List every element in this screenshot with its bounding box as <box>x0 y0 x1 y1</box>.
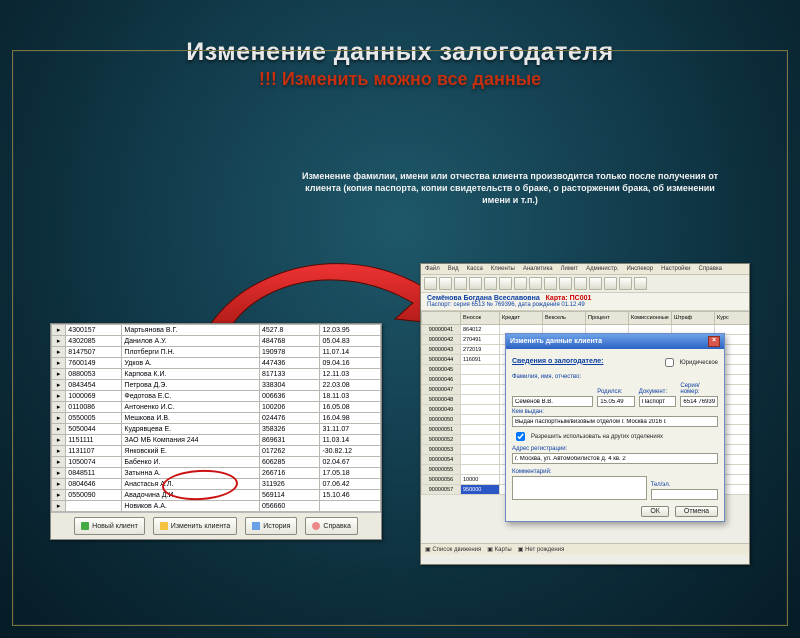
toolbar-button[interactable] <box>604 277 617 290</box>
birth-label: Родился: <box>597 389 635 395</box>
legal-checkbox[interactable]: Юридическое <box>661 355 718 370</box>
status-bar: ▣ Список движения ▣ Карты ▣ Нет рождения <box>421 543 749 555</box>
table-row[interactable]: ▸4300157Мартьянова В.Г.4527.812.03.95 <box>52 325 381 336</box>
help-label: Справка <box>323 523 350 530</box>
cancel-button[interactable]: Отмена <box>675 506 718 517</box>
menu-item[interactable]: Администр. <box>586 266 618 272</box>
toolbar-button[interactable] <box>529 277 542 290</box>
status-text: Нет рождения <box>525 547 564 553</box>
table-row[interactable]: ▸1050074Бабенко И.60628502.04.67 <box>52 457 381 468</box>
series-input[interactable] <box>680 396 718 407</box>
fio-input[interactable] <box>512 396 593 407</box>
tel-input[interactable] <box>651 489 718 500</box>
history-label: История <box>263 523 290 530</box>
menu-item[interactable]: Касса <box>467 266 483 272</box>
menu-item[interactable]: Справка <box>698 266 722 272</box>
table-row[interactable]: ▸7600149Удков А.44743609.04.16 <box>52 358 381 369</box>
toolbar-button[interactable] <box>619 277 632 290</box>
toolbar-button[interactable] <box>559 277 572 290</box>
table-row[interactable]: ▸4302085Данилов А.У.48476805.04.83 <box>52 336 381 347</box>
menu-bar: Файл Вид Касса Клиенты Аналитика Лимит Админис… <box>421 264 749 275</box>
doc-input[interactable] <box>639 396 677 407</box>
toolbar <box>421 275 749 293</box>
status-item[interactable]: ▣ Список движения <box>425 546 481 553</box>
toolbar-button[interactable] <box>514 277 527 290</box>
toolbar-button[interactable] <box>574 277 587 290</box>
slide-note: Изменение фамилии, имени или отчества кл… <box>300 170 720 206</box>
dialog-titlebar[interactable]: Изменить данные клиента × <box>506 334 724 349</box>
legal-label: Юридическое <box>680 360 718 366</box>
question-icon <box>312 522 320 530</box>
client-button-bar: Новый клиент Изменить клиента История Сп… <box>51 512 381 539</box>
menu-item[interactable]: Вид <box>448 266 459 272</box>
toolbar-button[interactable] <box>424 277 437 290</box>
toolbar-button[interactable] <box>634 277 647 290</box>
menu-item[interactable]: Файл <box>425 266 440 272</box>
menu-item[interactable]: Инспекор <box>626 266 653 272</box>
client-header: Семёнова Богдана Всеславовна Карта: ПС00… <box>421 293 749 311</box>
status-text: Список движения <box>432 547 481 553</box>
table-row[interactable]: ▸8147507Плотберги П.Н.19097811.07.14 <box>52 347 381 358</box>
table-row[interactable]: ▸1151111ЗАО МБ Компания 24486963111.03.1… <box>52 435 381 446</box>
status-item[interactable]: ▣ Нет рождения <box>518 546 565 553</box>
issued-label: Кем выдан: <box>512 409 718 415</box>
toolbar-button[interactable] <box>499 277 512 290</box>
comment-input[interactable] <box>512 476 647 500</box>
pencil-icon <box>160 522 168 530</box>
status-text: Карты <box>495 547 512 553</box>
table-row[interactable]: ▸1131107Янковский Е.017262-30.82.12 <box>52 446 381 457</box>
edit-client-button[interactable]: Изменить клиента <box>153 517 237 535</box>
table-row[interactable]: ▸1000069Федотова Е.С.00663618.11.03 <box>52 391 381 402</box>
toolbar-button[interactable] <box>439 277 452 290</box>
status-item[interactable]: ▣ Карты <box>487 546 511 553</box>
toolbar-button[interactable] <box>544 277 557 290</box>
fio-label: Фамилия, имя, отчество: <box>512 374 718 380</box>
new-client-label: Новый клиент <box>92 523 138 530</box>
issued-input[interactable] <box>512 416 718 427</box>
table-row[interactable]: ▸0110086Антоненко И.С.10020616.05.08 <box>52 402 381 413</box>
address-input[interactable] <box>512 453 718 464</box>
toolbar-button[interactable] <box>469 277 482 290</box>
help-button[interactable]: Справка <box>305 517 357 535</box>
birth-input[interactable] <box>597 396 635 407</box>
app-window: Файл Вид Касса Клиенты Аналитика Лимит Админис… <box>420 263 750 565</box>
table-row[interactable]: ▸0880053Карпова К.И.81713312.11.03 <box>52 369 381 380</box>
allow-multi-label: Разрешить использовать на других отделен… <box>531 434 663 440</box>
toolbar-button[interactable] <box>484 277 497 290</box>
dialog-section: Сведения о залогодателе: <box>512 358 603 365</box>
close-icon[interactable]: × <box>708 336 720 347</box>
tel-label: Тел/эл. <box>651 482 718 488</box>
card-label: Карта: ПС001 <box>546 295 592 302</box>
client-name: Семёнова Богдана Всеславовна <box>427 295 540 302</box>
history-button[interactable]: История <box>245 517 297 535</box>
plus-icon <box>81 522 89 530</box>
passport-line: Паспорт: серия 6513 № 769396, дата рожде… <box>427 302 743 308</box>
new-client-button[interactable]: Новый клиент <box>74 517 145 535</box>
table-row[interactable]: ▸0550005Мешкова И.В.02447616.04.98 <box>52 413 381 424</box>
menu-item[interactable]: Настройки <box>661 266 690 272</box>
clock-icon <box>252 522 260 530</box>
edit-client-label: Изменить клиента <box>171 523 230 530</box>
menu-item[interactable]: Клиенты <box>491 266 515 272</box>
edit-client-dialog: Изменить данные клиента × Сведения о зал… <box>505 333 725 522</box>
client-list-panel: ▸4300157Мартьянова В.Г.4527.812.03.95▸43… <box>50 323 382 540</box>
series-label: Серия/номер: <box>680 383 718 395</box>
toolbar-button[interactable] <box>589 277 602 290</box>
table-row[interactable]: ▸0843454Петрова Д.Э.33830422.03.08 <box>52 380 381 391</box>
doc-label: Документ: <box>639 389 677 395</box>
comment-label: Комментарий: <box>512 469 647 475</box>
dialog-title: Изменить данные клиента <box>510 338 602 345</box>
table-row[interactable]: ▸5050044Кудрявцева Е.35832631.11.07 <box>52 424 381 435</box>
toolbar-button[interactable] <box>454 277 467 290</box>
menu-item[interactable]: Лимит <box>561 266 579 272</box>
address-label: Адрес регистрации: <box>512 446 718 452</box>
table-row[interactable]: ▸Новиков А.А.056660 <box>52 501 381 512</box>
allow-multi-checkbox[interactable]: Разрешить использовать на других отделен… <box>512 429 718 444</box>
menu-item[interactable]: Аналитика <box>523 266 553 272</box>
ok-button[interactable]: ОК <box>641 506 669 517</box>
